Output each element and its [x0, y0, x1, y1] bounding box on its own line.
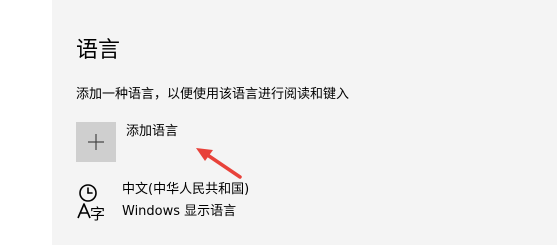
language-subtitle: Windows 显示语言	[122, 204, 237, 219]
add-language-label: 添加语言	[126, 124, 179, 139]
left-nav-strip	[0, 0, 52, 245]
add-language-tile[interactable]	[76, 122, 116, 162]
plus-icon	[88, 134, 104, 150]
red-arrow-icon	[196, 148, 242, 179]
section-title: 语言	[76, 38, 121, 63]
language-item-zh-cn[interactable]: 字 中文(中华人民共和国) Windows 显示语言	[76, 180, 376, 224]
language-name: 中文(中华人民共和国)	[122, 182, 250, 197]
section-description: 添加一种语言，以便使用该语言进行阅读和键入	[76, 87, 350, 102]
language-icon: 字	[77, 184, 105, 222]
svg-text:字: 字	[90, 205, 105, 222]
